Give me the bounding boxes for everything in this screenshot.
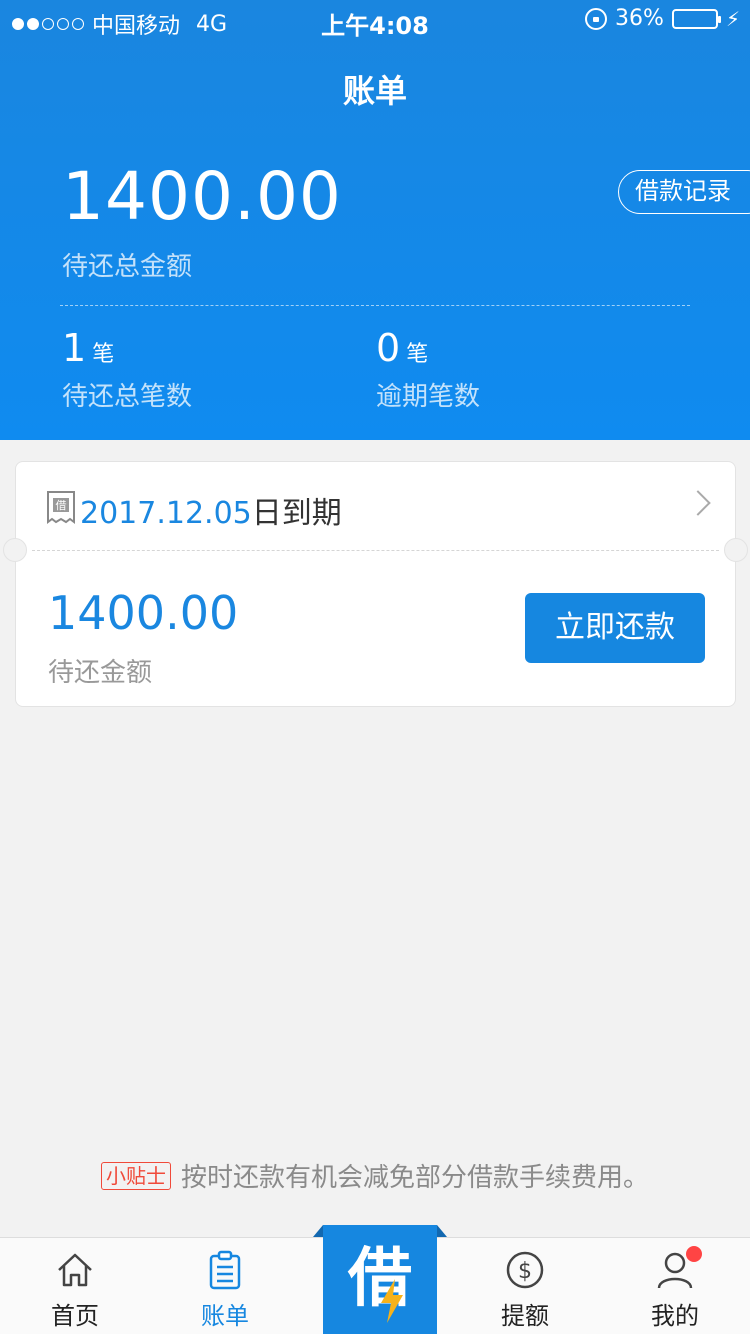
charging-icon: ⚡︎: [725, 6, 740, 31]
tab-quota[interactable]: $ 提额: [450, 1238, 600, 1334]
lightning-icon: [381, 1279, 403, 1323]
receipt-icon: 借: [47, 491, 75, 524]
battery-icon: [671, 8, 721, 29]
due-date: 2017.12.05日到期: [80, 488, 342, 532]
due-date-value: 2017.12.05: [80, 496, 252, 531]
clipboard-icon: [209, 1250, 241, 1290]
total-amount: 1400.00: [62, 158, 342, 235]
overdue-count-label: 逾期笔数: [376, 382, 481, 412]
card-notch-right: [724, 538, 748, 562]
chevron-right-icon[interactable]: [685, 490, 711, 516]
pending-count-label: 待还总笔数: [62, 382, 193, 412]
pending-count: 1: [62, 326, 87, 370]
notification-dot: [686, 1246, 702, 1262]
pending-count-stat: 1笔 待还总笔数: [62, 326, 192, 413]
page-title: 账单: [342, 72, 407, 110]
tab-bill-label: 账单: [201, 1302, 249, 1330]
status-right: 36% ⚡︎: [585, 6, 740, 31]
card-notch-left: [3, 538, 27, 562]
tip-text: 按时还款有机会减免部分借款手续费用。: [180, 1163, 649, 1193]
overdue-count-stat: 0笔 逾期笔数: [376, 326, 480, 413]
tab-home-label: 首页: [51, 1302, 99, 1330]
pending-count-unit: 笔: [92, 342, 115, 367]
home-icon: [58, 1253, 92, 1287]
card-divider: [32, 550, 719, 551]
status-bar: 中国移动 4G 上午4:08 36% ⚡︎: [0, 0, 750, 42]
bill-amount: 1400.00: [48, 586, 239, 640]
borrow-button[interactable]: 借: [313, 1225, 447, 1334]
tab-mine[interactable]: 我的: [600, 1238, 750, 1334]
receipt-icon-char: 借: [56, 499, 67, 512]
overdue-count-unit: 笔: [406, 342, 429, 367]
svg-text:$: $: [518, 1259, 532, 1284]
loan-records-button[interactable]: 借款记录: [618, 170, 750, 214]
header-panel: 中国移动 4G 上午4:08 36% ⚡︎ 账单 1400.00 待还总金额 借…: [0, 0, 750, 440]
tab-quota-label: 提额: [501, 1302, 549, 1330]
orientation-lock-icon: [585, 7, 608, 30]
tip-banner: 小贴士 按时还款有机会减免部分借款手续费用。: [0, 1157, 750, 1194]
total-amount-label: 待还总金额: [62, 252, 193, 282]
battery-percent: 36%: [615, 6, 664, 31]
tab-bill[interactable]: 账单: [150, 1238, 300, 1334]
tab-mine-label: 我的: [651, 1302, 699, 1330]
summary-divider: [60, 305, 690, 306]
dollar-circle-icon: $: [506, 1251, 544, 1289]
tip-badge: 小贴士: [100, 1162, 171, 1190]
due-date-suffix: 日到期: [251, 496, 342, 531]
repay-now-button[interactable]: 立即还款: [525, 593, 705, 663]
bill-amount-label: 待还金额: [48, 658, 153, 688]
tab-home[interactable]: 首页: [0, 1238, 150, 1334]
overdue-count: 0: [376, 326, 401, 370]
bill-card-header[interactable]: 借 2017.12.05日到期: [16, 462, 735, 550]
bill-card: 借 2017.12.05日到期 1400.00 待还金额 立即还款: [3, 461, 748, 707]
